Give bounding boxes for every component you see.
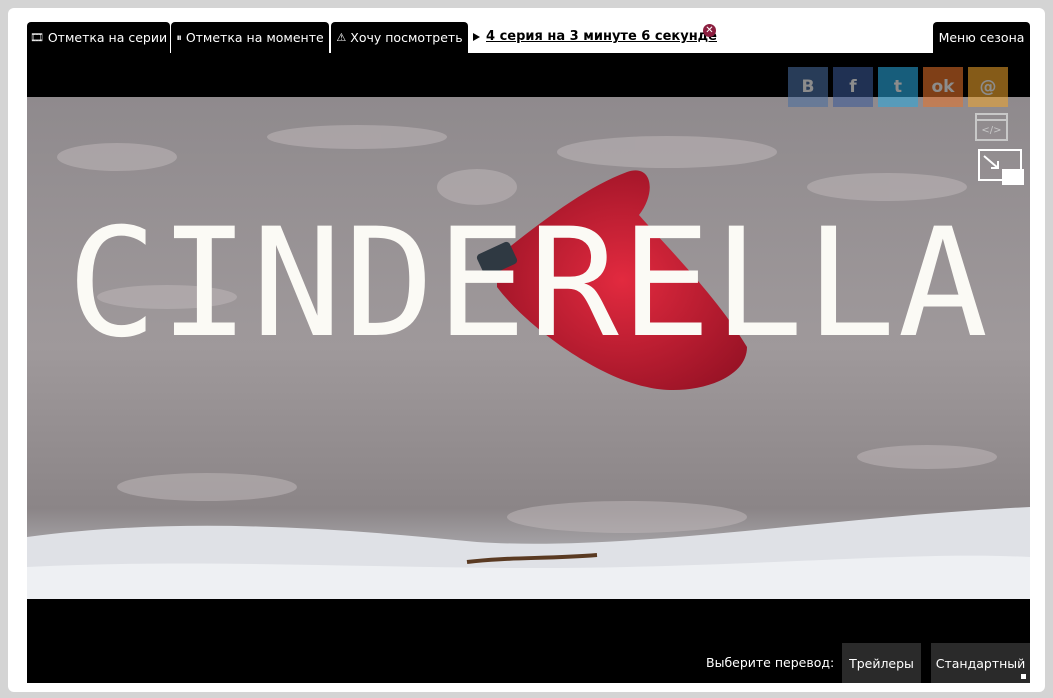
warning-icon: ⚠: [336, 31, 347, 44]
season-menu-button[interactable]: Меню сезона: [933, 22, 1030, 53]
translation-label: Выберите перевод:: [706, 655, 835, 670]
tab-mark-episode[interactable]: 🎞 Отметка на серии: [27, 22, 170, 53]
tab-want-to-watch-label: Хочу посмотреть: [350, 30, 463, 45]
video-player[interactable]: CINDERELLA B f t ok @ </> Выберите перев…: [27, 53, 1030, 683]
selected-indicator: [1021, 674, 1026, 679]
tab-mark-moment[interactable]: ⏸ Отметка на моменте: [171, 22, 329, 53]
film-icon: 🎞: [29, 31, 44, 44]
mail-icon[interactable]: @: [968, 67, 1008, 107]
player-tab-bar: 🎞 Отметка на серии ⏸ Отметка на моменте …: [27, 22, 1030, 53]
video-frame[interactable]: CINDERELLA: [27, 97, 1030, 599]
season-menu-label: Меню сезона: [938, 30, 1025, 45]
twitter-icon[interactable]: t: [878, 67, 918, 107]
embed-code-icon[interactable]: </>: [975, 113, 1008, 141]
video-title-overlay: CINDERELLA: [66, 197, 991, 371]
tab-mark-episode-label: Отметка на серии: [47, 30, 168, 45]
close-icon[interactable]: ✕: [703, 24, 716, 37]
mini-player-icon[interactable]: [978, 149, 1024, 185]
resume-position-link[interactable]: 4 серия на 3 минуте 6 секунде: [486, 29, 717, 44]
translation-standard-button[interactable]: Стандартный: [931, 643, 1030, 683]
pause-icon: ⏸: [176, 30, 182, 44]
odnoklassniki-icon[interactable]: ok: [923, 67, 963, 107]
facebook-icon[interactable]: f: [833, 67, 873, 107]
translation-trailers-label: Трейлеры: [849, 655, 914, 671]
play-triangle-icon: [473, 33, 480, 41]
tab-mark-moment-label: Отметка на моменте: [185, 30, 324, 45]
translation-standard-label: Стандартный: [935, 655, 1026, 671]
translation-trailers-button[interactable]: Трейлеры: [842, 643, 921, 683]
tab-want-to-watch[interactable]: ⚠ Хочу посмотреть: [331, 22, 468, 53]
vk-icon[interactable]: B: [788, 67, 828, 107]
